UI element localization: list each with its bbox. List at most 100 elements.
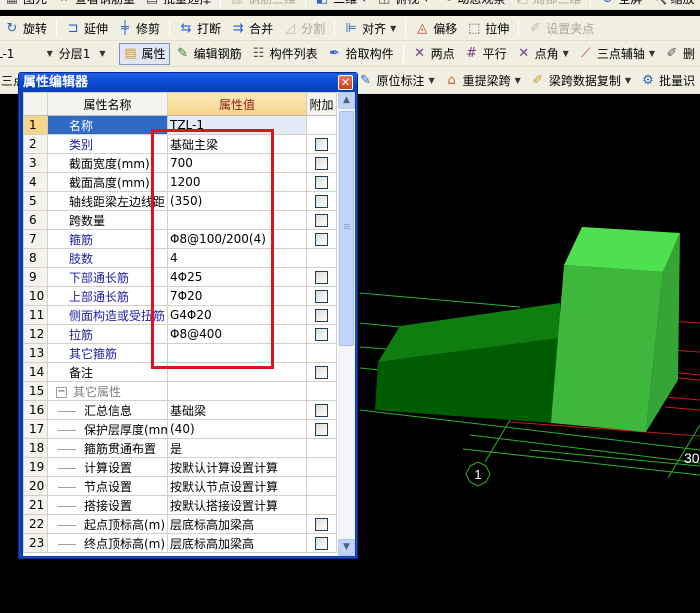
property-value-cell[interactable]: (40): [167, 419, 307, 439]
property-name-cell[interactable]: 轴线距梁左边线距: [47, 191, 168, 211]
property-row[interactable]: 22 起点顶标高(m) 层底标高加梁高: [23, 514, 337, 534]
property-editor-titlebar[interactable]: 属性编辑器: [19, 73, 357, 92]
property-name-cell[interactable]: 截面宽度(mm): [47, 153, 168, 173]
break-button[interactable]: ⇆ 打断: [174, 17, 225, 39]
extra-cell[interactable]: [306, 229, 337, 249]
batch-select-button[interactable]: ▤批量选择: [140, 0, 215, 9]
property-row[interactable]: 3 截面宽度(mm) 700: [23, 153, 337, 173]
property-value-cell[interactable]: (350): [167, 191, 307, 211]
property-row[interactable]: 6 跨数量: [23, 210, 337, 230]
extend-button[interactable]: ⊐ 延伸: [61, 17, 112, 39]
re-extract-span-button[interactable]: ⌂ 重提梁跨 ▼: [440, 69, 525, 91]
batch-button[interactable]: ⚙ 批量识: [636, 69, 699, 91]
extra-checkbox[interactable]: [315, 195, 328, 208]
property-value-cell[interactable]: 按默认搭接设置计算: [167, 495, 307, 515]
extra-cell[interactable]: [306, 533, 337, 553]
edit-rebar-button[interactable]: ✎ 编辑钢筋: [171, 43, 246, 65]
rotate-button[interactable]: ↻ 旋转: [0, 17, 51, 39]
property-row[interactable]: 18 箍筋贯通布置是: [23, 438, 337, 458]
property-value-cell[interactable]: 层底标高加梁高: [167, 533, 307, 553]
property-name-cell[interactable]: 名称: [47, 115, 168, 135]
property-name-cell[interactable]: 节点设置: [47, 476, 168, 496]
property-row[interactable]: 5 轴线距梁左边线距 (350): [23, 191, 337, 211]
property-value-cell[interactable]: [167, 343, 307, 363]
property-row[interactable]: 10 上部通长筋 7Φ20: [23, 286, 337, 306]
property-value-cell[interactable]: Φ8@400: [167, 324, 307, 344]
property-value-cell[interactable]: [167, 381, 307, 401]
property-name-cell[interactable]: 侧面构造或受扭筋: [47, 305, 168, 325]
property-value-cell[interactable]: 4Φ25: [167, 267, 307, 287]
dropdown-arrow-icon[interactable]: ▼: [390, 24, 396, 33]
dropdown-arrow-icon[interactable]: ▼: [361, 0, 367, 3]
property-row[interactable]: 23 终点顶标高(m) 层底标高加梁高: [23, 533, 337, 553]
extra-checkbox[interactable]: [315, 138, 328, 151]
property-name-cell[interactable]: 终点顶标高(m): [47, 533, 168, 553]
property-value-cell[interactable]: G4Φ20: [167, 305, 307, 325]
property-row[interactable]: 8 肢数 4: [23, 248, 337, 268]
header-property-value[interactable]: 属性值: [167, 92, 307, 116]
element-button[interactable]: ▦图元: [0, 0, 51, 9]
pick-component-button[interactable]: ✒ 拾取构件: [323, 43, 398, 65]
property-value-cell[interactable]: Φ8@100/200(4): [167, 229, 307, 249]
extra-cell[interactable]: [306, 514, 337, 534]
split-button[interactable]: ◿ 分割: [278, 17, 329, 39]
extra-checkbox[interactable]: [315, 404, 328, 417]
property-name-cell[interactable]: 上部通长筋: [47, 286, 168, 306]
glasses-button[interactable]: ∞查看钢筋量: [52, 0, 139, 9]
property-value-cell[interactable]: [167, 362, 307, 382]
extra-cell[interactable]: [306, 286, 337, 306]
property-name-cell[interactable]: 类别: [47, 134, 168, 154]
property-value-cell[interactable]: 按默认计算设置计算: [167, 457, 307, 477]
property-value-cell[interactable]: 基础主梁: [167, 134, 307, 154]
dropdown-arrow-icon[interactable]: ▼: [649, 49, 655, 58]
property-row[interactable]: 17 保护层厚度(mm) (40): [23, 419, 337, 439]
property-value-cell[interactable]: 按默认节点设置计算: [167, 476, 307, 496]
property-value-cell[interactable]: 是: [167, 438, 307, 458]
offset-button[interactable]: ◬ 偏移: [410, 17, 461, 39]
vertical-scrollbar[interactable]: ▲ ▼: [338, 92, 355, 556]
dropdown-arrow-icon[interactable]: ▼: [625, 76, 631, 85]
extra-checkbox[interactable]: [315, 537, 328, 550]
extra-cell[interactable]: [306, 267, 337, 287]
property-value-cell[interactable]: TZL-1: [167, 115, 307, 135]
extra-cell[interactable]: [306, 419, 337, 439]
property-row[interactable]: 4 截面高度(mm) 1200: [23, 172, 337, 192]
property-value-cell[interactable]: 基础梁: [167, 400, 307, 420]
property-row[interactable]: 9 下部通长筋 4Φ25: [23, 267, 337, 287]
rebar-3d-button[interactable]: ▥钢筋三维: [225, 0, 300, 9]
extra-checkbox[interactable]: [315, 214, 328, 227]
trim-button[interactable]: ╪ 修剪: [113, 17, 164, 39]
property-row[interactable]: 16 汇总信息 基础梁: [23, 400, 337, 420]
property-value-cell[interactable]: 1200: [167, 172, 307, 192]
dynamic-view-button[interactable]: ✎动态观察: [434, 0, 509, 9]
fullscreen-button[interactable]: ⊕全屏: [595, 0, 646, 9]
component-list-button[interactable]: ☷ 构件列表: [247, 43, 322, 65]
property-name-cell[interactable]: 箍筋贯通布置: [47, 438, 168, 458]
scroll-down-button[interactable]: ▼: [338, 539, 355, 556]
close-button[interactable]: ✕: [338, 75, 353, 90]
property-name-cell[interactable]: 下部通长筋: [47, 267, 168, 287]
zoom-button[interactable]: 🔍缩放▼: [647, 0, 700, 9]
header-property-name[interactable]: 属性名称: [47, 92, 168, 116]
align-button[interactable]: ⊫ 对齐 ▼: [339, 17, 400, 39]
three-point-axis-button[interactable]: ⟋ 三点辅轴 ▼: [574, 43, 659, 65]
extra-checkbox[interactable]: [315, 423, 328, 436]
property-name-cell[interactable]: 搭接设置: [47, 495, 168, 515]
property-row[interactable]: 2 类别 基础主梁: [23, 134, 337, 154]
extra-cell[interactable]: [306, 172, 337, 192]
extra-checkbox[interactable]: [315, 366, 328, 379]
property-name-cell[interactable]: 起点顶标高(m): [47, 514, 168, 534]
parallel-axis-button[interactable]: # 平行: [460, 43, 511, 65]
extra-cell[interactable]: [306, 362, 337, 382]
delete-axis-button[interactable]: ✐ 删: [660, 43, 699, 65]
property-row[interactable]: 19 计算设置 按默认计算设置计算: [23, 457, 337, 477]
property-name-cell[interactable]: 拉筋: [47, 324, 168, 344]
dropdown-arrow-icon[interactable]: ▼: [428, 76, 434, 85]
dropdown-arrow-icon[interactable]: ▼: [563, 49, 569, 58]
chevron-down-icon[interactable]: ▼: [99, 49, 105, 58]
in-situ-annotation-button[interactable]: ✎ 原位标注 ▼: [353, 69, 438, 91]
dropdown-arrow-icon[interactable]: ▼: [423, 0, 429, 3]
cube-view-button[interactable]: ◫俯视 ▼: [372, 0, 433, 9]
property-name-cell[interactable]: 计算设置: [47, 457, 168, 477]
stretch-button[interactable]: ⬚ 拉伸: [462, 17, 513, 39]
